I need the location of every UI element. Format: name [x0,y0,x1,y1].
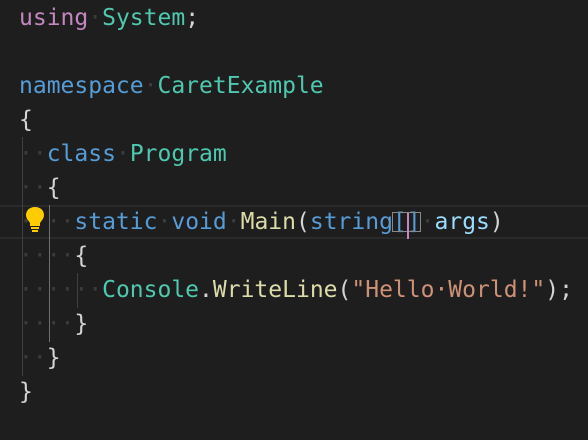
code-token: CaretExample [157,73,324,99]
code-line-text: { [19,103,33,137]
indent-guide [49,205,50,342]
code-token: } [46,345,61,371]
code-line-text: } [19,375,33,409]
code-token: · [420,209,435,235]
code-line-text: ····static·void·Main(string[]·args) [19,207,504,237]
code-line[interactable]: ··{ [0,171,588,205]
code-line-text: ··} [19,341,61,375]
code-line-text: ··{ [19,171,61,205]
code-token: class [46,141,116,167]
code-token: ···· [19,311,75,337]
code-token: ( [337,277,352,303]
code-token: ( [295,209,310,235]
code-token: } [74,311,89,337]
code-line[interactable]: } [0,375,588,409]
code-token: Program [129,141,227,167]
code-line-text: using·System; [19,1,199,35]
code-token: Main [240,209,296,235]
code-token: System [102,5,186,31]
code-line[interactable]: { [0,103,588,137]
code-line[interactable]: namespace·CaretExample [0,69,588,103]
code-token: ·· [19,141,47,167]
code-token: { [46,175,61,201]
code-token: ······ [19,277,103,303]
code-token: ); [545,277,573,303]
code-token: static [74,209,158,235]
code-line-text: ······Console.WriteLine("Hello·World!"); [19,273,573,307]
code-token: · [143,73,158,99]
code-token: args [434,209,490,235]
code-line[interactable]: ····static·void·Main(string[]·args) [0,205,588,239]
code-token: · [115,141,130,167]
code-token: ) [489,209,504,235]
text-cursor [406,213,409,239]
code-line[interactable]: ······Console.WriteLine("Hello·World!"); [0,273,588,307]
indent-guide [77,273,78,308]
code-token: ···· [19,243,75,269]
code-token: namespace [19,73,144,99]
code-token: . [199,277,213,303]
code-token: { [19,107,33,133]
code-token: · [88,5,103,31]
code-token: ·· [19,175,47,201]
code-token: Console [102,277,200,303]
code-token: ; [185,5,200,31]
code-token: string [309,209,393,235]
code-line[interactable]: ··class·Program [0,137,588,171]
code-line-text: ····} [19,307,88,341]
code-editor[interactable]: using·System; namespace·CaretExample{··cl… [0,0,588,440]
code-line[interactable]: ····} [0,307,588,341]
lightbulb-icon[interactable] [24,205,46,233]
code-token: · [226,209,241,235]
code-line[interactable]: ··} [0,341,588,375]
code-line-text: namespace·CaretExample [19,69,324,103]
code-token: { [74,243,89,269]
code-line[interactable]: ····{ [0,239,588,273]
code-token: using [19,5,89,31]
code-token: ·· [19,345,47,371]
code-line[interactable]: using·System; [0,1,588,35]
code-token: "Hello·World!" [351,277,546,303]
code-line[interactable] [0,35,588,69]
code-token: · [157,209,172,235]
code-line-text: ····{ [19,239,88,273]
code-line-text: ··class·Program [19,137,227,171]
code-token: } [19,379,33,405]
code-token: WriteLine [212,277,338,303]
code-token: void [171,209,227,235]
indent-guide [22,137,23,376]
